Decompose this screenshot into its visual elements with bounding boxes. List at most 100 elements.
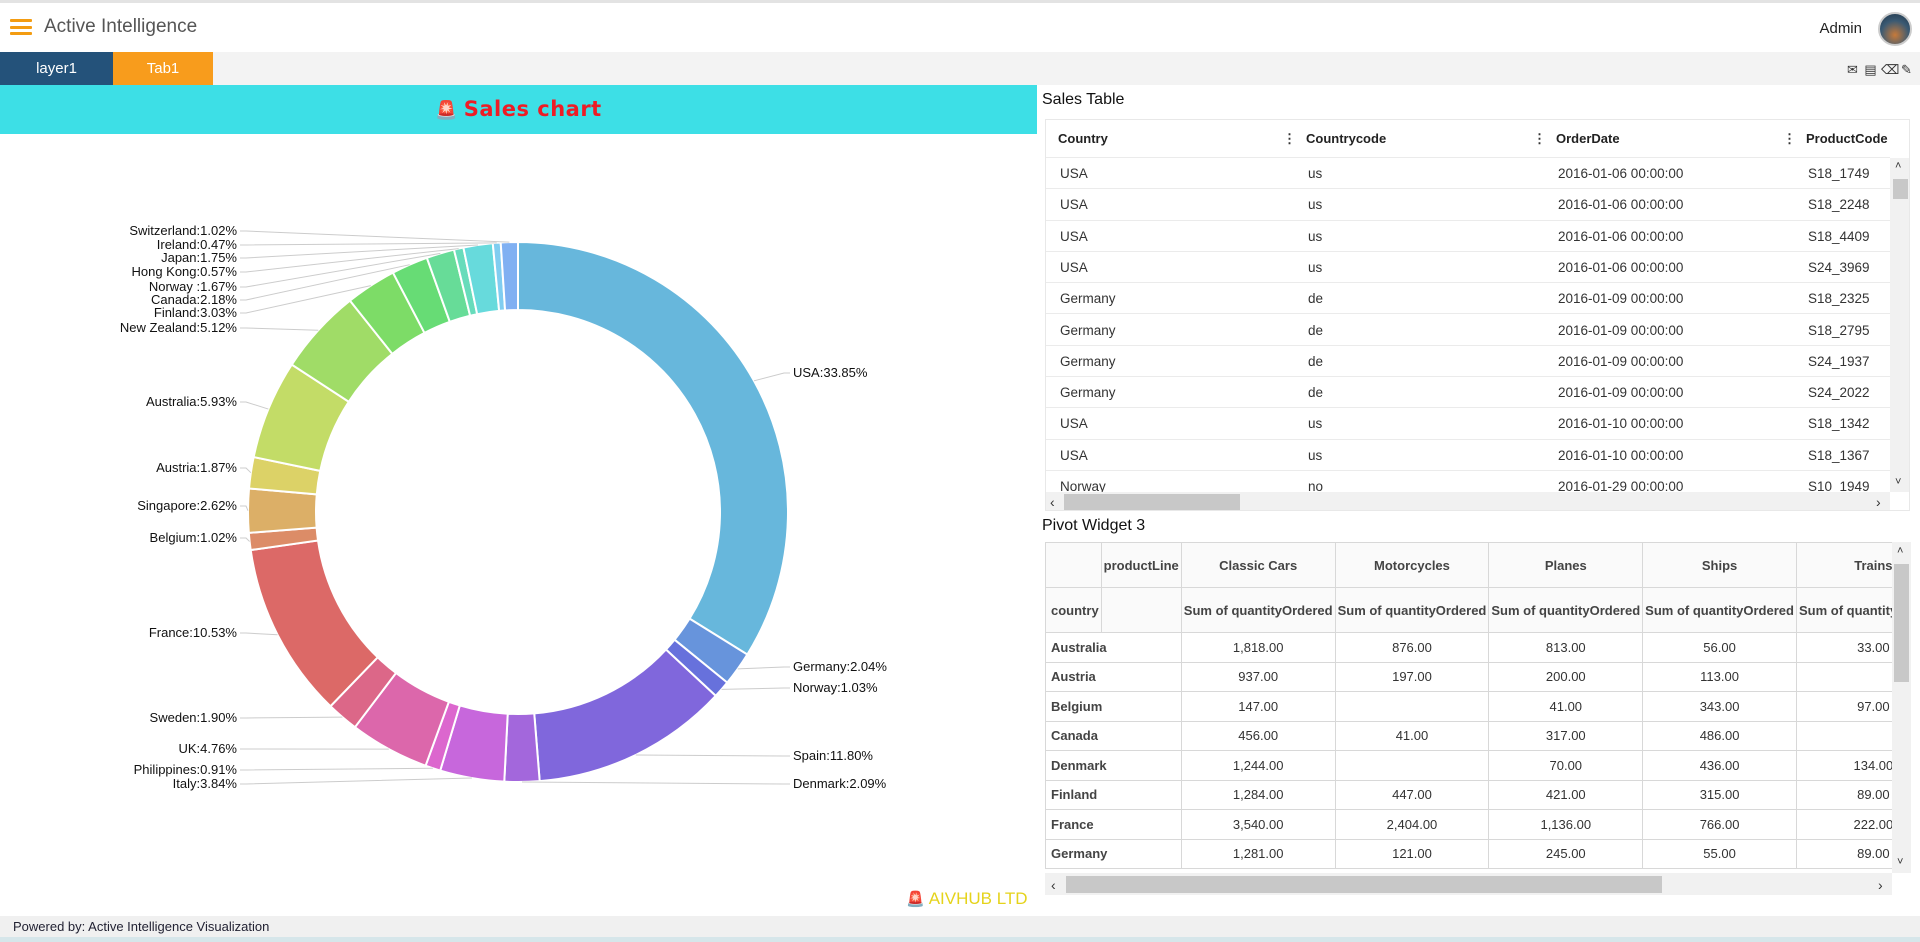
table-row[interactable]: USA us 2016-01-06 00:00:00 S24_3969 xyxy=(1046,252,1890,284)
slice-singapore[interactable] xyxy=(247,487,318,534)
slice-label: New Zealand:5.12% xyxy=(120,320,238,335)
table-cell: 2016-01-06 00:00:00 xyxy=(1558,197,1684,213)
scroll-left-icon[interactable]: ‹ xyxy=(1051,877,1056,893)
row-label: Finland xyxy=(1045,779,1182,810)
scroll-down-icon[interactable]: ˅ xyxy=(1897,856,1903,868)
measure-header[interactable]: Sum of quantityOrdered xyxy=(1488,587,1644,633)
table-horizontal-scrollbar[interactable]: ‹ › xyxy=(1046,492,1890,510)
slice-label: France:10.53% xyxy=(149,625,238,640)
slice-label: Germany:2.04% xyxy=(793,659,887,674)
table-cell: 2016-01-09 00:00:00 xyxy=(1558,385,1684,401)
pivot-cell: 245.00 xyxy=(1488,838,1644,869)
scrollbar-thumb[interactable] xyxy=(1064,494,1240,510)
measure-header[interactable]: Sum of quantityOrdered xyxy=(1334,587,1490,633)
pivot-cell: 766.00 xyxy=(1642,809,1797,840)
table-cell: S18_1367 xyxy=(1808,447,1870,463)
table-row[interactable]: USA us 2016-01-06 00:00:00 S18_1749 xyxy=(1046,158,1890,190)
eraser-icon[interactable]: ⌫ xyxy=(1881,62,1899,77)
table-row[interactable]: Germany de 2016-01-09 00:00:00 S18_2795 xyxy=(1046,315,1890,346)
pivot-table: productLine Classic Cars Motorcycles Planes… xyxy=(1045,542,1911,869)
column-header[interactable]: Ships xyxy=(1642,542,1797,588)
column-header[interactable]: ProductCode xyxy=(1806,120,1888,158)
pivot-row: Austria937.00197.00200.00113.00203.00 xyxy=(1045,661,1911,692)
column-field-header[interactable]: productLine xyxy=(1100,542,1182,588)
scrollbar-thumb[interactable] xyxy=(1066,876,1662,893)
table-row[interactable]: USA us 2016-01-10 00:00:00 S18_1342 xyxy=(1046,408,1890,440)
table-cell: 2016-01-09 00:00:00 xyxy=(1558,353,1684,369)
hamburger-menu-icon[interactable] xyxy=(10,19,32,35)
tab-layer1[interactable]: layer1 xyxy=(0,52,113,85)
row-label: Germany xyxy=(1045,838,1182,869)
pivot-cell: 315.00 xyxy=(1642,779,1797,810)
column-menu-icon[interactable]: ⋮ xyxy=(1533,120,1546,158)
brand-logo: 🚨 AIVHUB LTD xyxy=(906,889,1028,909)
table-row[interactable]: Germany de 2016-01-09 00:00:00 S24_2022 xyxy=(1046,377,1890,409)
table-cell: S18_2795 xyxy=(1808,322,1870,338)
bottom-bar xyxy=(0,937,1920,942)
table-row[interactable]: USA us 2016-01-10 00:00:00 S18_1367 xyxy=(1046,440,1890,471)
blank-cell xyxy=(1100,587,1182,633)
slice-label: Spain:11.80% xyxy=(793,748,873,763)
pivot-horizontal-scrollbar[interactable]: ‹ › xyxy=(1045,873,1892,895)
column-header[interactable]: OrderDate xyxy=(1556,120,1620,158)
widget-toolbar: ✉ ▤ ⌫ ✎ xyxy=(1845,62,1914,77)
column-header[interactable]: Classic Cars xyxy=(1180,542,1336,588)
slice-label: Denmark:2.09% xyxy=(793,776,887,791)
label-leader-line xyxy=(240,632,278,636)
slice-spain[interactable] xyxy=(533,648,718,783)
table-row[interactable]: USA us 2016-01-06 00:00:00 S18_2248 xyxy=(1046,189,1890,221)
tab-tab1[interactable]: Tab1 xyxy=(113,52,213,85)
slice-denmark[interactable] xyxy=(503,712,541,783)
pivot-cell: 456.00 xyxy=(1180,720,1336,751)
column-header[interactable]: Country xyxy=(1058,120,1108,158)
pivot-cell: 317.00 xyxy=(1488,720,1644,751)
app-header: Active Intelligence Admin xyxy=(0,3,1920,52)
edit-icon[interactable]: ✎ xyxy=(1899,62,1914,77)
avatar[interactable] xyxy=(1878,12,1912,46)
label-leader-line xyxy=(240,242,497,246)
user-name[interactable]: Admin xyxy=(1819,20,1862,37)
table-cell: USA xyxy=(1060,416,1088,432)
scrollbar-thumb[interactable] xyxy=(1894,564,1909,682)
slice-label: Singapore:2.62% xyxy=(137,498,237,513)
row-label: Belgium xyxy=(1045,691,1182,722)
table-cell: de xyxy=(1308,385,1324,401)
slice-usa[interactable] xyxy=(517,240,789,656)
pivot-cell: 200.00 xyxy=(1488,661,1644,692)
email-icon[interactable]: ✉ xyxy=(1845,62,1860,77)
scroll-right-icon[interactable]: › xyxy=(1876,494,1881,510)
measure-header[interactable]: Sum of quantityOrdered xyxy=(1642,587,1797,633)
column-menu-icon[interactable]: ⋮ xyxy=(1783,120,1796,158)
column-header[interactable]: Motorcycles xyxy=(1334,542,1490,588)
table-vertical-scrollbar[interactable]: ˄ ˅ xyxy=(1890,158,1909,492)
slice-label: USA:33.85% xyxy=(793,365,868,380)
pivot-cell: 41.00 xyxy=(1488,691,1644,722)
table-cell: Germany xyxy=(1060,353,1116,369)
scrollbar-thumb[interactable] xyxy=(1893,179,1908,199)
table-row[interactable]: USA us 2016-01-06 00:00:00 S18_4409 xyxy=(1046,221,1890,252)
table-row[interactable]: Germany de 2016-01-09 00:00:00 S24_1937 xyxy=(1046,346,1890,378)
scroll-up-icon[interactable]: ˄ xyxy=(1897,545,1903,557)
table-cell: 2016-01-06 00:00:00 xyxy=(1558,166,1684,181)
column-menu-icon[interactable]: ⋮ xyxy=(1283,120,1296,158)
scroll-up-icon[interactable]: ˄ xyxy=(1895,160,1901,172)
row-field-header[interactable]: country xyxy=(1045,587,1102,633)
measure-header[interactable]: Sum of quantityOrdered xyxy=(1180,587,1336,633)
pivot-cell: 3,540.00 xyxy=(1180,809,1336,840)
slice-label: Australia:5.93% xyxy=(146,394,237,409)
comment-icon[interactable]: ▤ xyxy=(1863,62,1878,77)
scroll-down-icon[interactable]: ˅ xyxy=(1895,476,1901,488)
table-cell: Germany xyxy=(1060,291,1116,307)
pivot-cell: 1,244.00 xyxy=(1180,750,1336,781)
table-cell: 2016-01-10 00:00:00 xyxy=(1558,447,1684,463)
slice-label: Norway:1.03% xyxy=(793,680,878,695)
pivot-cell: 343.00 xyxy=(1642,691,1797,722)
scroll-left-icon[interactable]: ‹ xyxy=(1050,494,1055,510)
pivot-cell: 436.00 xyxy=(1642,750,1797,781)
table-row[interactable]: Germany de 2016-01-09 00:00:00 S18_2325 xyxy=(1046,283,1890,315)
column-header[interactable]: Countrycode xyxy=(1306,120,1386,158)
column-header[interactable]: Planes xyxy=(1488,542,1644,588)
scroll-right-icon[interactable]: › xyxy=(1878,877,1883,893)
pivot-vertical-scrollbar[interactable]: ˄ ˅ xyxy=(1892,542,1911,873)
slice-label: Italy:3.84% xyxy=(173,776,238,791)
